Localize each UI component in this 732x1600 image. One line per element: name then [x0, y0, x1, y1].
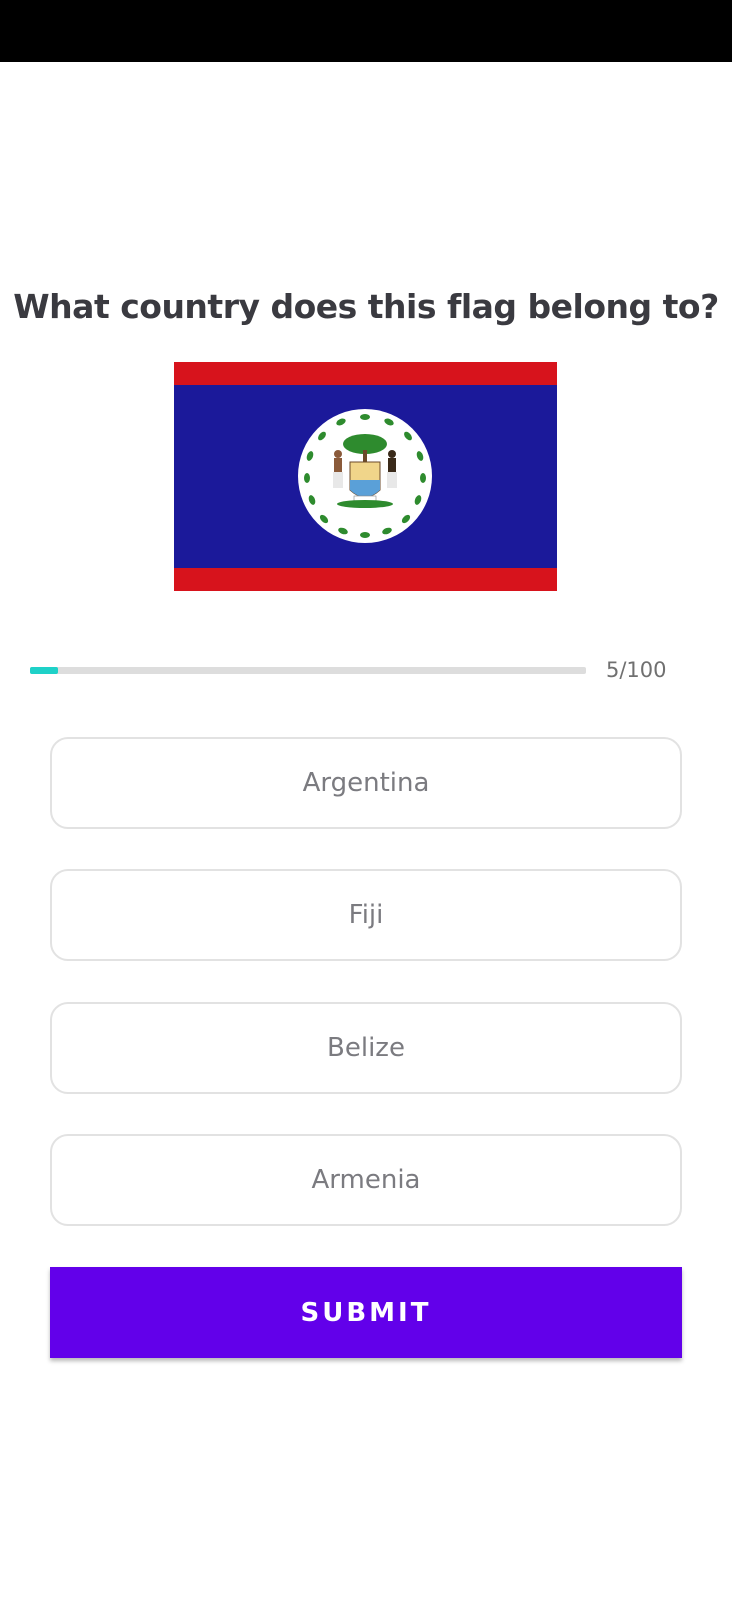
option-button-armenia[interactable]: Armenia	[50, 1134, 682, 1226]
option-button-argentina[interactable]: Argentina	[50, 737, 682, 829]
question-title: What country does this flag belong to?	[13, 287, 719, 326]
submit-button[interactable]: SUBMIT	[50, 1267, 682, 1358]
option-button-fiji[interactable]: Fiji	[50, 869, 682, 961]
belize-flag-icon	[174, 362, 557, 591]
status-bar	[0, 0, 732, 62]
progress-counter: 5/100	[606, 658, 667, 682]
progress-fill	[30, 667, 58, 674]
progress-bar	[30, 667, 586, 674]
option-button-belize[interactable]: Belize	[50, 1002, 682, 1094]
